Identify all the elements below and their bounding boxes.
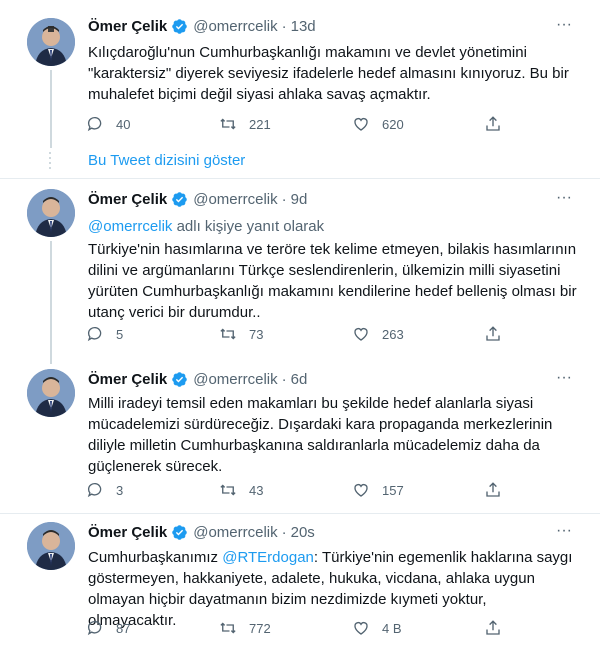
verified-badge-icon bbox=[172, 19, 187, 34]
tweet-actions: 3 43 157 bbox=[86, 481, 506, 501]
reply-count: 87 bbox=[116, 620, 131, 636]
separator-dot: · bbox=[281, 371, 287, 388]
retweet-count: 73 bbox=[249, 326, 264, 342]
thread-gap-dots bbox=[48, 152, 52, 172]
retweet-icon bbox=[220, 622, 236, 634]
retweet-icon bbox=[220, 484, 236, 496]
tweet-text: Milli iradeyi temsil eden makamları bu ş… bbox=[88, 395, 553, 475]
timestamp[interactable]: 9d bbox=[291, 191, 308, 208]
verified-badge-icon bbox=[172, 525, 187, 540]
handle[interactable]: @omerrcelik bbox=[193, 524, 277, 541]
tweet-actions: 40 221 620 bbox=[86, 115, 506, 135]
reply-count: 40 bbox=[116, 116, 131, 132]
tweet-actions: 87 772 4 B bbox=[86, 619, 506, 639]
timestamp[interactable]: 20s bbox=[291, 524, 315, 541]
heart-icon bbox=[354, 328, 368, 341]
retweet-count: 221 bbox=[249, 116, 271, 132]
like-count: 157 bbox=[382, 482, 404, 498]
avatar[interactable] bbox=[27, 189, 75, 237]
reply-button[interactable]: 5 bbox=[86, 325, 123, 343]
tweet-text: Kılıçdaroğlu'nun Cumhurbaşkanlığı makamı… bbox=[88, 44, 569, 103]
retweet-icon bbox=[220, 328, 236, 340]
timestamp[interactable]: 13d bbox=[291, 18, 316, 35]
share-icon bbox=[486, 116, 500, 131]
reply-icon bbox=[87, 326, 102, 342]
retweet-button[interactable]: 772 bbox=[219, 619, 271, 637]
reply-count: 5 bbox=[116, 326, 124, 342]
retweet-icon bbox=[220, 118, 236, 130]
reply-button[interactable]: 3 bbox=[86, 481, 123, 499]
more-options-icon[interactable]: ··· bbox=[554, 370, 574, 391]
reply-button[interactable]: 87 bbox=[86, 619, 130, 637]
heart-icon bbox=[354, 118, 368, 131]
verified-badge-icon bbox=[172, 372, 187, 387]
timestamp[interactable]: 6d bbox=[291, 371, 308, 388]
like-count: 4 B bbox=[382, 620, 402, 636]
display-name[interactable]: Ömer Çelik bbox=[88, 371, 167, 388]
replying-to-label: adlı kişiye yanıt olarak bbox=[176, 218, 325, 235]
tweet-4[interactable]: Ömer Çelik @omerrcelik · 20s ··· Cumhurb… bbox=[0, 514, 600, 646]
replying-to: @omerrcelik adlı kişiye yanıt olarak bbox=[88, 216, 578, 237]
reply-icon bbox=[87, 116, 102, 132]
separator-dot: · bbox=[281, 524, 287, 541]
handle[interactable]: @omerrcelik bbox=[193, 18, 277, 35]
like-button[interactable]: 620 bbox=[352, 115, 404, 133]
more-options-icon[interactable]: ··· bbox=[554, 190, 574, 211]
thread-line bbox=[50, 70, 52, 148]
tweet-actions: 5 73 263 bbox=[86, 325, 506, 345]
avatar[interactable] bbox=[27, 369, 75, 417]
reply-icon bbox=[87, 482, 102, 498]
like-button[interactable]: 4 B bbox=[352, 619, 402, 637]
retweet-button[interactable]: 43 bbox=[219, 481, 263, 499]
like-count: 263 bbox=[382, 326, 404, 342]
tweet-3[interactable]: Ömer Çelik @omerrcelik · 6d ··· Milli ir… bbox=[0, 364, 600, 514]
tweet-text-prefix: Cumhurbaşkanımız bbox=[88, 549, 223, 566]
tweet-2[interactable]: Ömer Çelik @omerrcelik · 9d ··· @omerrce… bbox=[0, 179, 600, 364]
handle[interactable]: @omerrcelik bbox=[193, 191, 277, 208]
heart-icon bbox=[354, 622, 368, 635]
reply-count: 3 bbox=[116, 482, 124, 498]
separator-dot: · bbox=[281, 191, 287, 208]
replying-to-mention[interactable]: @omerrcelik bbox=[88, 218, 172, 235]
retweet-count: 772 bbox=[249, 620, 271, 636]
avatar[interactable] bbox=[27, 522, 75, 570]
tweet-text: Türkiye'nin hasımlarına ve teröre tek ke… bbox=[88, 241, 577, 321]
retweet-count: 43 bbox=[249, 482, 264, 498]
share-button[interactable] bbox=[484, 325, 514, 343]
display-name[interactable]: Ömer Çelik bbox=[88, 18, 167, 35]
show-thread-link[interactable]: Bu Tweet dizisini göster bbox=[88, 152, 245, 169]
retweet-button[interactable]: 221 bbox=[219, 115, 271, 133]
share-icon bbox=[486, 620, 500, 635]
display-name[interactable]: Ömer Çelik bbox=[88, 191, 167, 208]
tweet-1[interactable]: Ömer Çelik @omerrcelik · 13d ··· Kılıçda… bbox=[0, 0, 600, 150]
mention-link[interactable]: @RTErdogan bbox=[222, 549, 314, 566]
like-button[interactable]: 263 bbox=[352, 325, 404, 343]
separator-dot: · bbox=[281, 18, 287, 35]
like-count: 620 bbox=[382, 116, 404, 132]
reply-icon bbox=[87, 620, 102, 636]
thread-line bbox=[50, 241, 52, 364]
share-button[interactable] bbox=[484, 481, 514, 499]
avatar[interactable] bbox=[27, 18, 75, 66]
retweet-button[interactable]: 73 bbox=[219, 325, 263, 343]
more-options-icon[interactable]: ··· bbox=[554, 17, 574, 38]
more-options-icon[interactable]: ··· bbox=[554, 523, 574, 544]
display-name[interactable]: Ömer Çelik bbox=[88, 524, 167, 541]
reply-button[interactable]: 40 bbox=[86, 115, 130, 133]
share-button[interactable] bbox=[484, 115, 514, 133]
like-button[interactable]: 157 bbox=[352, 481, 404, 499]
share-button[interactable] bbox=[484, 619, 514, 637]
share-icon bbox=[486, 482, 500, 497]
handle[interactable]: @omerrcelik bbox=[193, 371, 277, 388]
heart-icon bbox=[354, 484, 368, 497]
share-icon bbox=[486, 326, 500, 341]
verified-badge-icon bbox=[172, 192, 187, 207]
